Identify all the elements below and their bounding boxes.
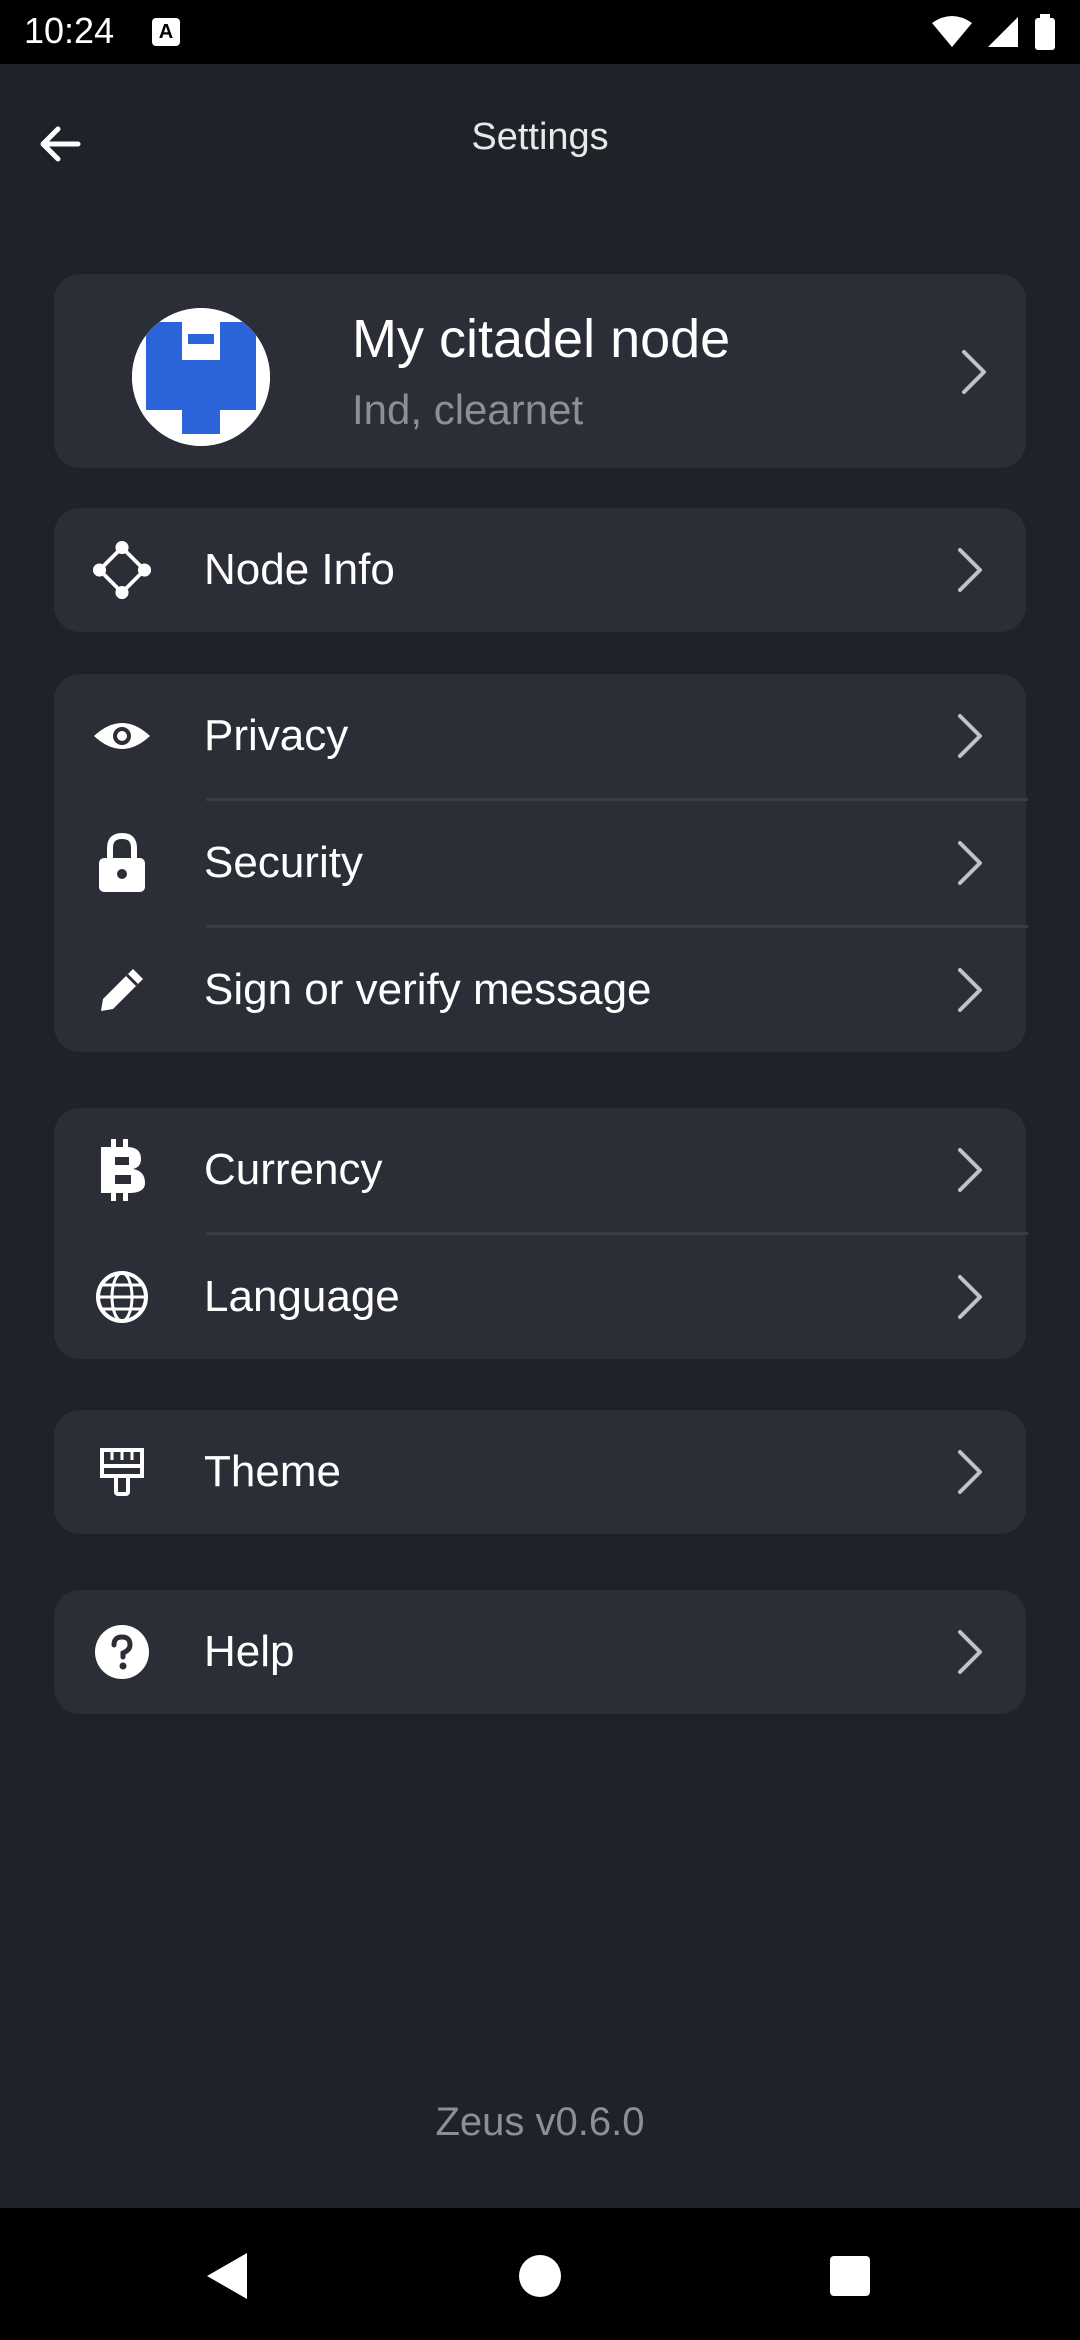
node-name: My citadel node [352,309,731,369]
privacy-label: Privacy [204,711,349,760]
node-info-label: Node Info [204,545,395,594]
home-circle-icon [518,2254,562,2303]
theme-item[interactable]: Theme [54,1410,1026,1534]
node-card[interactable]: My citadel node Ind, clearnet [54,274,1026,468]
security-label: Security [204,838,363,887]
status-bar: 10:24 A [0,0,1080,64]
globe-icon [92,1267,152,1327]
node-graph-icon [92,540,152,600]
chevron-right-icon [944,964,996,1016]
page-title: Settings [471,116,609,158]
language-label: Language [204,1272,400,1321]
currency-label: Currency [204,1145,383,1194]
wifi-icon [932,15,972,54]
app-header: Settings [0,64,1080,224]
recents-square-icon [829,2255,871,2302]
privacy-item[interactable]: Privacy [54,674,1026,798]
chevron-right-icon [944,837,996,889]
citadel-logo-icon [132,308,270,446]
pencil-icon [92,960,152,1020]
help-circle-icon [92,1622,152,1682]
a-box-icon: A [152,18,180,46]
security-item[interactable]: Security [54,801,1026,925]
settings-group-locale: Currency Language [54,1108,1028,1359]
sign-verify-label: Sign or verify message [204,965,652,1014]
chevron-right-icon [944,710,996,762]
help-label: Help [204,1627,295,1676]
settings-group-theme: Theme [54,1410,1026,1534]
signal-icon [986,15,1020,54]
nav-back-button[interactable] [196,2248,256,2308]
lock-icon [92,832,152,893]
system-nav-bar [0,2208,1080,2340]
help-item[interactable]: Help [54,1590,1026,1714]
battery-icon [1034,14,1056,55]
sign-verify-item[interactable]: Sign or verify message [54,928,1026,1052]
settings-group-node: Node Info [54,508,1026,632]
theme-label: Theme [204,1447,341,1496]
currency-item[interactable]: Currency [54,1108,1026,1232]
node-info-item[interactable]: Node Info [54,508,1026,632]
node-subtitle: Ind, clearnet [352,386,584,433]
back-triangle-icon [203,2251,249,2306]
settings-group-help: Help [54,1590,1026,1714]
status-icons [932,14,1056,55]
language-item[interactable]: Language [54,1235,1026,1359]
bitcoin-icon [92,1139,152,1201]
status-time: 10:24 [24,10,115,51]
chevron-right-icon [944,1446,996,1498]
app-version: Zeus v0.6.0 [435,2100,645,2144]
chevron-right-icon [944,1626,996,1678]
eye-icon [92,706,152,766]
nav-home-button[interactable] [510,2248,570,2308]
settings-group-privacy: Privacy Security Sign or verify message [54,674,1028,1052]
nav-recents-button[interactable] [820,2248,880,2308]
chevron-right-icon [944,544,996,596]
chevron-right-icon [948,346,1000,398]
chevron-right-icon [944,1271,996,1323]
chevron-right-icon [944,1144,996,1196]
paint-brush-icon [92,1442,152,1502]
